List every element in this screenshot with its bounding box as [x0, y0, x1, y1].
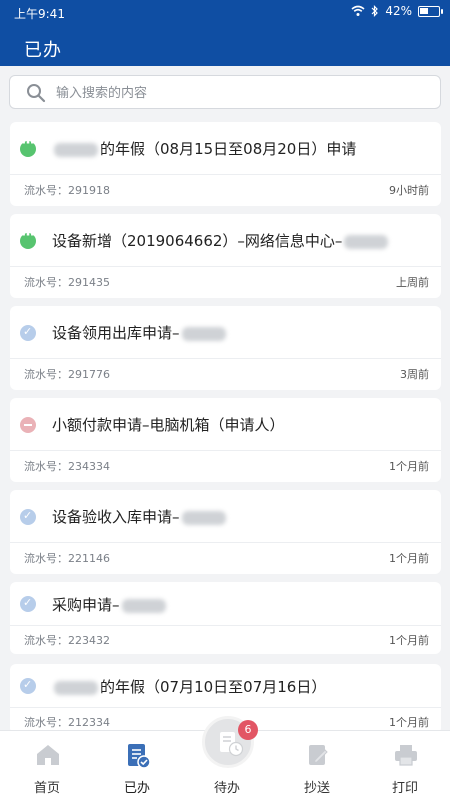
done-status-icon	[20, 678, 36, 694]
list-item-title: 小额付款申请–电脑机箱（申请人）	[52, 414, 285, 435]
redacted-name	[344, 234, 389, 249]
serial-number: 流水号：221146	[24, 552, 110, 565]
serial-number: 流水号：234334	[24, 460, 110, 473]
serial-number: 流水号：291435	[24, 276, 110, 289]
list-item-header: 的年假（07月10日至07月16日）	[10, 664, 441, 708]
relative-time: 1个月前	[389, 552, 429, 565]
tab-print[interactable]: 打印	[360, 731, 450, 800]
bluetooth-icon	[371, 5, 379, 17]
relative-time: 1个月前	[389, 716, 429, 729]
status-right: 42%	[351, 4, 443, 18]
list-item-header: 小额付款申请–电脑机箱（申请人）	[10, 398, 441, 451]
list-item-title: 设备新增（2019064662）–网络信息中心–	[52, 230, 390, 251]
list-item-header: 的年假（08月15日至08月20日）申请	[10, 122, 441, 175]
list-item[interactable]: 采购申请– 流水号：223432 1个月前	[10, 582, 441, 654]
todo-count-badge: 6	[238, 720, 258, 740]
list-item-title: 采购申请–	[52, 594, 168, 615]
status-bar: 上午9:41 42%	[0, 0, 450, 24]
header-bar: 上午9:41 42% 已办	[0, 0, 450, 66]
list-item-title: 的年假（07月10日至07月16日）	[52, 676, 326, 697]
done-status-icon	[20, 596, 36, 612]
list-item[interactable]: 小额付款申请–电脑机箱（申请人） 流水号：234334 1个月前	[10, 398, 441, 482]
done-doc-icon	[128, 744, 151, 769]
redacted-name	[181, 510, 226, 525]
list-item-title-text: 采购申请–	[52, 596, 120, 614]
battery-percent: 42%	[385, 4, 412, 18]
tab-home[interactable]: 首页	[2, 731, 92, 800]
relative-time: 1个月前	[389, 634, 429, 647]
redacted-name	[54, 680, 98, 695]
tab-todo-label: 待办	[213, 781, 240, 796]
list-item-header: 设备验收入库申请–	[10, 490, 441, 543]
relative-time: 上周前	[396, 276, 429, 289]
list-item-title-text: 小额付款申请–电脑机箱（申请人）	[52, 416, 285, 434]
list-item-title: 设备领用出库申请–	[52, 322, 228, 343]
tab-done-label: 已办	[123, 781, 150, 796]
list-item-title-text: 的年假（08月15日至08月20日）申请	[100, 140, 357, 158]
search-area	[0, 66, 450, 118]
app-root: 上午9:41 42% 已办 的年假（	[0, 0, 450, 800]
home-icon	[37, 745, 59, 765]
page-title: 已办	[24, 40, 62, 61]
list-item[interactable]: 设备新增（2019064662）–网络信息中心– 流水号：291435 上周前	[10, 214, 441, 298]
list-item-header: 设备新增（2019064662）–网络信息中心–	[10, 214, 441, 267]
relative-time: 1个月前	[389, 460, 429, 473]
printer-icon	[395, 745, 417, 766]
list-item-header: 采购申请–	[10, 582, 441, 626]
relative-time: 9小时前	[389, 184, 429, 197]
status-time: 上午9:41	[14, 7, 65, 21]
tab-print-label: 打印	[391, 781, 418, 796]
wifi-icon	[351, 5, 365, 16]
tab-done[interactable]: 已办	[92, 731, 182, 800]
serial-number: 流水号：223432	[24, 634, 110, 647]
redacted-name	[54, 142, 98, 157]
serial-number: 流水号：291776	[24, 368, 110, 381]
list-item-title-text: 的年假（07月10日至07月16日）	[100, 678, 327, 696]
serial-number: 流水号：212334	[24, 716, 110, 729]
list-item-title-text: 设备验收入库申请–	[52, 508, 180, 526]
done-status-icon	[20, 509, 36, 525]
tab-home-label: 首页	[33, 781, 60, 796]
list-item-title: 的年假（08月15日至08月20日）申请	[52, 138, 356, 159]
list-item-title: 设备验收入库申请–	[52, 506, 228, 527]
list-item-header: 设备领用出库申请–	[10, 306, 441, 359]
cc-edit-icon	[309, 745, 328, 765]
list-item[interactable]: 的年假（08月15日至08月20日）申请流水号：291918 9小时前	[10, 122, 441, 206]
search-icon	[27, 84, 46, 103]
redacted-name	[181, 326, 226, 341]
list-item-title-text: 设备领用出库申请–	[52, 324, 180, 342]
battery-icon	[418, 5, 443, 17]
search-input[interactable]	[56, 82, 426, 104]
tab-cc-label: 抄送	[303, 781, 330, 796]
relative-time: 3周前	[400, 368, 429, 381]
rejected-status-icon	[20, 417, 36, 433]
tab-cc[interactable]: 抄送	[272, 731, 362, 800]
in-progress-status-icon	[20, 135, 36, 157]
serial-number: 流水号：291918	[24, 184, 110, 197]
search-box[interactable]	[9, 75, 441, 109]
redacted-name	[121, 598, 166, 613]
in-progress-status-icon	[20, 227, 36, 249]
list-item[interactable]: 设备验收入库申请– 流水号：221146 1个月前	[10, 490, 441, 574]
done-status-icon	[20, 325, 36, 341]
list-item[interactable]: 设备领用出库申请– 流水号：291776 3周前	[10, 306, 441, 390]
list-item-title-text: 设备新增（2019064662）–网络信息中心–	[52, 232, 343, 250]
